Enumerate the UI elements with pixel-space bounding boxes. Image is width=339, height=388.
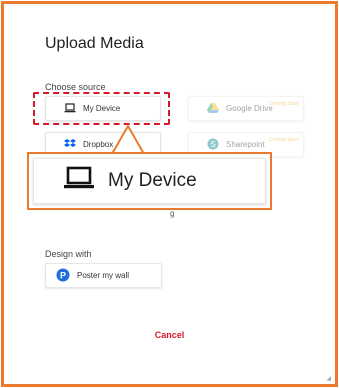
- dropbox-icon: [64, 138, 76, 151]
- sharepoint-icon: S: [207, 138, 219, 152]
- poster-my-wall-label: Poster my wall: [77, 271, 130, 280]
- poster-my-wall-button[interactable]: P Poster my wall: [45, 263, 162, 288]
- coming-soon-badge: Coming Soon: [268, 137, 299, 143]
- zoom-callout: My Device: [27, 152, 272, 210]
- zoom-my-device-label: My Device: [108, 170, 197, 191]
- svg-text:P: P: [60, 270, 66, 280]
- callout-pointer: [110, 124, 146, 154]
- cancel-button[interactable]: Cancel: [0, 330, 339, 340]
- google-drive-icon: [207, 102, 219, 115]
- zoom-my-device-button: My Device: [33, 158, 266, 204]
- resize-handle-icon[interactable]: ◢: [326, 375, 331, 382]
- svg-text:S: S: [210, 140, 215, 149]
- laptop-icon: [64, 166, 94, 196]
- dialog-title: Upload Media: [45, 35, 144, 52]
- hidden-item-fragment: g: [170, 209, 175, 218]
- dropbox-label: Dropbox: [83, 140, 114, 149]
- choose-source-label: Choose source: [45, 82, 106, 92]
- design-with-label: Design with: [45, 249, 92, 259]
- google-drive-button[interactable]: Google Drive Coming Soon: [188, 96, 304, 121]
- postermywall-icon: P: [56, 268, 70, 284]
- google-drive-label: Google Drive: [226, 104, 273, 113]
- coming-soon-badge: Coming Soon: [268, 101, 299, 107]
- my-device-highlight: [33, 92, 170, 125]
- sharepoint-label: Sharepoint: [226, 140, 265, 149]
